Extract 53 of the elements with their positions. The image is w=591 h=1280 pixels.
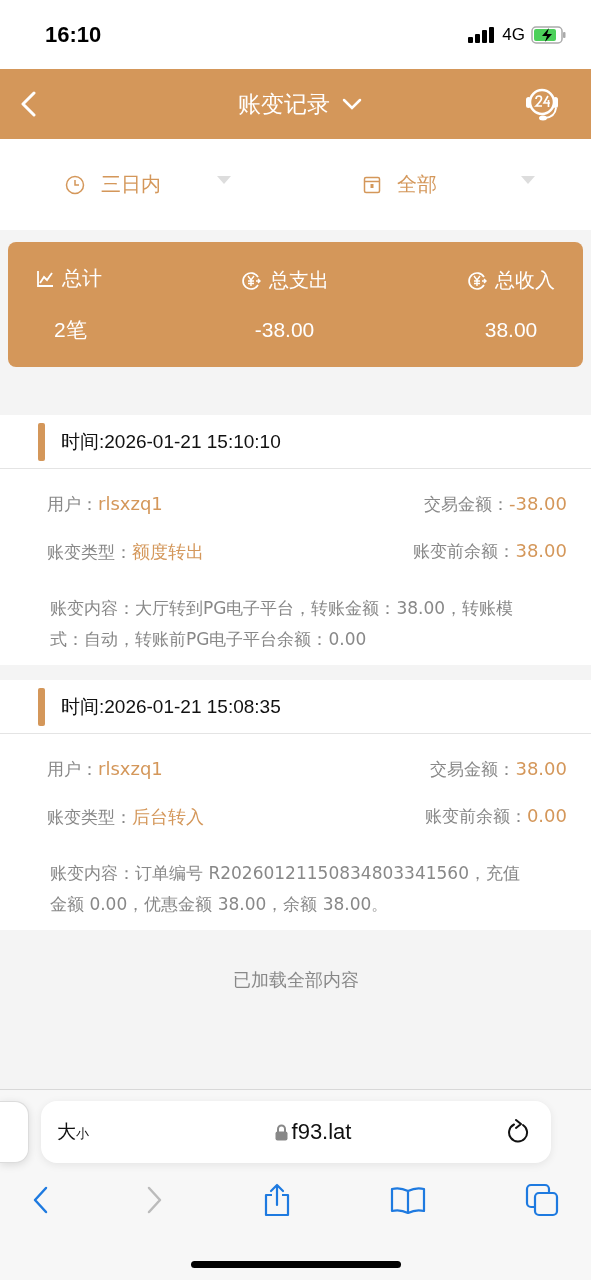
field-value: rlsxzq1 — [98, 493, 163, 514]
address-bar[interactable]: 大小 f93.lat — [41, 1101, 551, 1163]
lock-icon — [274, 1123, 288, 1141]
record-content: 账变内容：大厅转到PG电子平台，转账金额：38.00，转账模式：自动，转账前PG电子平台余额：0.00 — [50, 597, 515, 651]
page-title[interactable]: 账变记录 — [237, 88, 330, 120]
record-time: 时间:2026-01-21 15:08:35 — [61, 694, 281, 719]
end-of-list-text: 已加载全部内容 — [232, 968, 359, 992]
field-label: 账变前余额： — [424, 806, 527, 826]
summary-value: 2笔 — [54, 317, 87, 343]
battery-icon — [531, 25, 567, 44]
yuan-coin-icon — [467, 270, 487, 291]
accent-bar — [38, 422, 45, 461]
field-label: 交易金额： — [430, 759, 516, 779]
filter-dropdown[interactable]: 三日内 — [0, 171, 293, 198]
dropdown-triangle-icon — [217, 175, 231, 184]
status-time: 16:10 — [45, 21, 102, 48]
calendar-icon — [363, 175, 381, 194]
field-value: rlsxzq1 — [98, 758, 163, 779]
field-label: 账变类型： — [47, 541, 132, 562]
field-label: 账变前余额： — [413, 541, 516, 561]
chevron-down-icon[interactable] — [341, 98, 362, 110]
summary-value: -38.00 — [254, 318, 315, 342]
headset-icon[interactable] — [523, 86, 561, 122]
field-label: 账变类型： — [47, 806, 132, 827]
field-value: 0.00 — [526, 805, 567, 826]
field-label: 交易金额： — [423, 494, 509, 514]
field-value: 38.00 — [515, 758, 567, 779]
field-label: 用户： — [47, 494, 98, 514]
summary-label: 总支出 — [268, 267, 329, 294]
summary-value: 38.00 — [484, 318, 538, 342]
clock-icon — [65, 174, 85, 195]
network-type: 4G — [502, 24, 525, 45]
tabs-icon[interactable] — [525, 1183, 559, 1217]
dropdown-triangle-icon — [521, 175, 535, 184]
field-label: 用户： — [47, 759, 98, 779]
bookmarks-icon[interactable] — [390, 1186, 427, 1214]
text-size-button[interactable]: 大小 — [57, 1119, 89, 1145]
chart-icon — [36, 269, 54, 288]
field-value: -38.00 — [508, 493, 567, 514]
summary-label: 总收入 — [495, 267, 555, 294]
record-content: 账变内容：订单编号 R20260121150834803341560，充值金额 0.00，优惠金额 38.00，余额 38.00。 — [50, 862, 521, 916]
field-value: 后台转入 — [132, 805, 204, 827]
accent-bar — [38, 687, 45, 726]
yuan-coin-icon — [240, 270, 261, 291]
field-value: 额度转出 — [132, 540, 204, 562]
signal-icon — [468, 26, 497, 43]
filter-dropdown[interactable]: 全部 — [293, 171, 591, 198]
back-icon[interactable] — [32, 1186, 48, 1214]
url-text: f93.lat — [291, 1119, 352, 1145]
summary-label: 总计 — [62, 265, 102, 292]
record-time: 时间:2026-01-21 15:10:10 — [61, 429, 281, 454]
reload-icon[interactable] — [507, 1119, 531, 1145]
field-value: 38.00 — [515, 540, 567, 561]
